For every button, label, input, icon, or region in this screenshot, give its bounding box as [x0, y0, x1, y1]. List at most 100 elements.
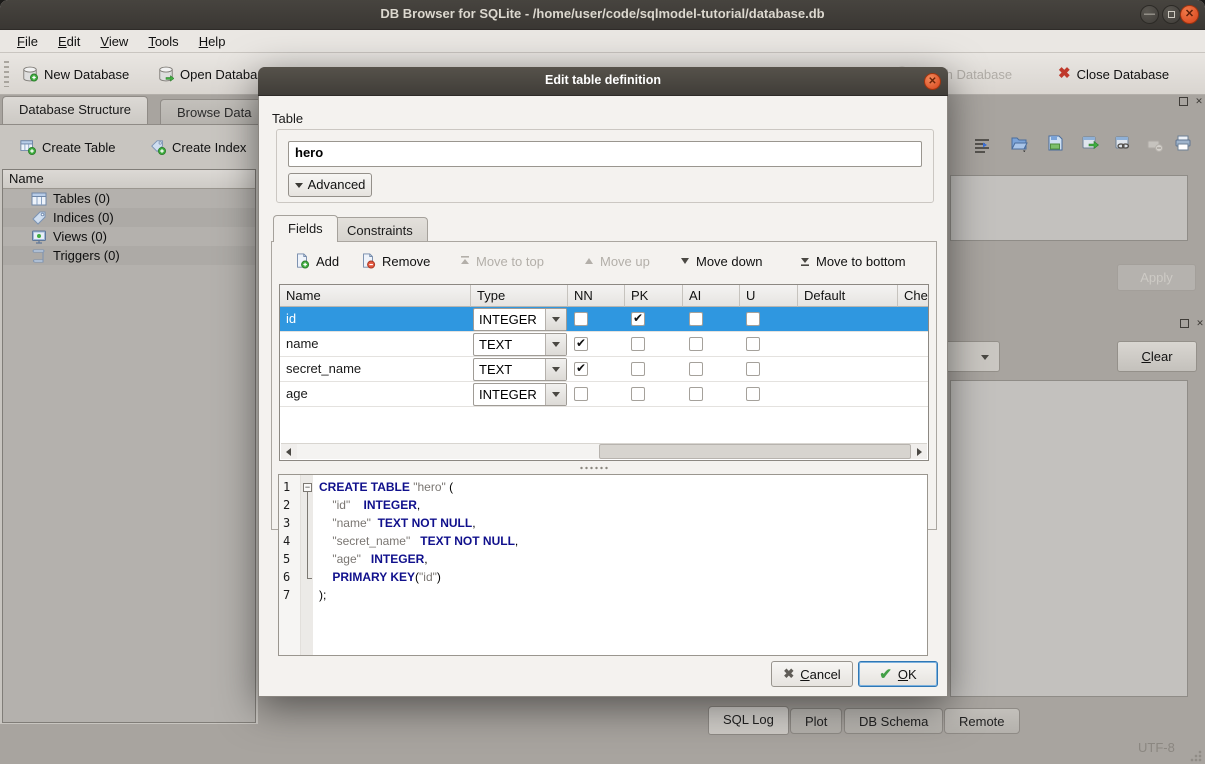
bottom-tab-remote[interactable]: Remote [944, 708, 1020, 734]
resize-grip[interactable] [1188, 748, 1202, 762]
col-header-pk[interactable]: PK [625, 285, 683, 307]
text-lines-icon[interactable] [973, 136, 991, 154]
u-checkbox[interactable] [746, 362, 760, 376]
tab-fields[interactable]: Fields [273, 215, 338, 242]
apply-button[interactable]: Apply [1117, 264, 1196, 291]
field-name-cell[interactable]: secret_name [286, 361, 361, 376]
fold-collapse-icon[interactable]: − [303, 483, 312, 492]
col-header-check[interactable]: Check [898, 285, 928, 307]
nn-checkbox[interactable] [574, 387, 588, 401]
float-dock-icon[interactable] [1177, 96, 1189, 108]
type-combobox[interactable]: TEXT [473, 358, 567, 381]
maximize-button[interactable] [1162, 5, 1181, 24]
close-database-button[interactable]: ✖ Close Database [1052, 60, 1175, 88]
set-null-icon[interactable] [1146, 136, 1164, 154]
float-dock-icon[interactable] [1178, 318, 1190, 330]
tree-header-name[interactable]: Name [3, 170, 255, 189]
tab-database-structure[interactable]: Database Structure [2, 96, 148, 124]
scroll-right-arrow[interactable] [911, 444, 927, 459]
tree-item-tables[interactable]: Tables (0) [3, 189, 255, 208]
col-header-type[interactable]: Type [471, 285, 568, 307]
tab-constraints[interactable]: Constraints [332, 217, 428, 242]
window-titlebar[interactable]: DB Browser for SQLite - /home/user/code/… [0, 0, 1205, 30]
tree-item-indices[interactable]: Indices (0) [3, 208, 255, 227]
col-header-default[interactable]: Default [798, 285, 898, 307]
ai-checkbox[interactable] [689, 312, 703, 326]
link-cell-icon[interactable] [1114, 134, 1132, 152]
horizontal-scrollbar[interactable] [281, 443, 927, 459]
table-name-input[interactable]: hero [288, 141, 922, 167]
menu-file[interactable]: File [8, 32, 47, 51]
nn-checkbox[interactable] [574, 312, 588, 326]
menu-tools[interactable]: Tools [139, 32, 187, 51]
edit-cell-text-area[interactable] [950, 175, 1188, 241]
ai-checkbox[interactable] [689, 337, 703, 351]
scrollbar-handle[interactable] [599, 444, 911, 459]
menu-edit[interactable]: Edit [49, 32, 89, 51]
field-name-cell[interactable]: age [286, 386, 308, 401]
menu-view[interactable]: View [91, 32, 137, 51]
col-header-nn[interactable]: NN [568, 285, 625, 307]
tab-browse-data[interactable]: Browse Data [160, 99, 268, 124]
field-name-cell[interactable]: name [286, 336, 319, 351]
splitter-handle[interactable] [579, 466, 609, 470]
col-header-name[interactable]: Name [280, 285, 471, 307]
export-cell-icon[interactable] [1081, 134, 1099, 152]
u-checkbox[interactable] [746, 387, 760, 401]
create-table-button[interactable]: Create Table [16, 134, 119, 160]
open-folder-icon[interactable] [1010, 134, 1028, 152]
col-header-u[interactable]: U [740, 285, 798, 307]
field-row-age[interactable]: age INTEGER [280, 382, 928, 407]
nn-checkbox[interactable] [574, 337, 588, 351]
ok-button[interactable]: ✔OK [858, 661, 938, 687]
field-row-name[interactable]: name TEXT [280, 332, 928, 357]
type-combobox[interactable]: TEXT [473, 333, 567, 356]
move-to-bottom-button[interactable]: Move to bottom [800, 249, 906, 273]
save-cell-icon[interactable] [1046, 134, 1064, 152]
type-combobox[interactable]: INTEGER [473, 308, 567, 331]
type-combobox[interactable]: INTEGER [473, 383, 567, 406]
nn-checkbox[interactable] [574, 362, 588, 376]
tree-item-views[interactable]: Views (0) [3, 227, 255, 246]
close-dock-icon[interactable]: ✕ [1193, 96, 1205, 108]
close-button[interactable]: ✕ [1180, 5, 1199, 24]
field-row-secret-name[interactable]: secret_name TEXT [280, 357, 928, 382]
move-to-top-button[interactable]: Move to top [460, 249, 544, 273]
menu-help[interactable]: Help [190, 32, 235, 51]
field-name-cell[interactable]: id [286, 311, 296, 326]
move-up-button[interactable]: Move up [584, 249, 650, 273]
new-database-button[interactable]: New Database [16, 60, 135, 88]
bottom-tab-db-schema[interactable]: DB Schema [844, 708, 943, 734]
col-header-ai[interactable]: AI [683, 285, 740, 307]
bottom-tab-plot[interactable]: Plot [790, 708, 842, 734]
pk-checkbox[interactable] [631, 312, 645, 326]
minimize-button[interactable]: — [1140, 5, 1159, 24]
toolbar-grip[interactable] [4, 61, 9, 87]
sql-preview-editor[interactable]: 1 2 3 4 5 6 7 − CREATE TABLE "hero" ( "i… [278, 474, 928, 656]
scroll-left-arrow[interactable] [281, 444, 297, 459]
sql-line: "name" TEXT NOT NULL, [319, 516, 476, 530]
ai-checkbox[interactable] [689, 362, 703, 376]
new-database-icon [22, 66, 38, 82]
u-checkbox[interactable] [746, 312, 760, 326]
close-dock-icon[interactable]: ✕ [1194, 318, 1205, 330]
add-field-button[interactable]: Add [294, 249, 339, 273]
dialog-titlebar[interactable]: Edit table definition ✕ [258, 67, 948, 96]
create-index-button[interactable]: Create Index [146, 134, 250, 160]
cancel-button[interactable]: ✖Cancel [771, 661, 853, 687]
pk-checkbox[interactable] [631, 387, 645, 401]
dialog-close-button[interactable]: ✕ [924, 73, 941, 90]
pk-checkbox[interactable] [631, 337, 645, 351]
u-checkbox[interactable] [746, 337, 760, 351]
bottom-tab-sql-log[interactable]: SQL Log [708, 706, 789, 735]
pk-checkbox[interactable] [631, 362, 645, 376]
ai-checkbox[interactable] [689, 387, 703, 401]
remove-field-button[interactable]: Remove [360, 249, 430, 273]
print-cell-icon[interactable] [1174, 134, 1192, 152]
field-row-id[interactable]: id INTEGER [280, 307, 928, 332]
sql-log-text-area[interactable] [950, 380, 1188, 697]
tree-item-triggers[interactable]: Triggers (0) [3, 246, 255, 265]
clear-log-button[interactable]: Clear [1117, 341, 1197, 372]
move-down-button[interactable]: Move down [680, 249, 762, 273]
advanced-button[interactable]: Advanced [288, 173, 372, 197]
